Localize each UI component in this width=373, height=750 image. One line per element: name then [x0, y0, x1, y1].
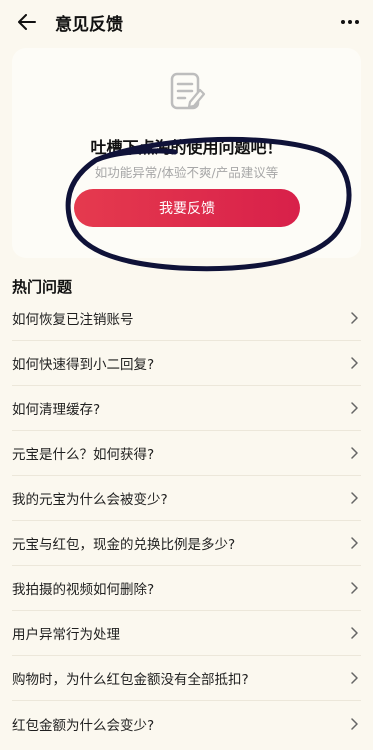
feedback-card: 吐槽下点淘的使用问题吧！ 如功能异常/体验不爽/产品建议等 我要反馈 — [12, 48, 361, 258]
feedback-button[interactable]: 我要反馈 — [74, 189, 300, 227]
page-title: 意见反馈 — [55, 15, 123, 35]
card-subtitle: 如功能异常/体验不爽/产品建议等 — [94, 165, 279, 180]
chevron-right-icon — [351, 537, 358, 549]
faq-item-label: 我拍摄的视频如何删除? — [12, 582, 155, 598]
faq-item-label: 如何清理缓存? — [12, 402, 101, 418]
faq-item-label: 用户异常行为处理 — [12, 627, 120, 643]
faq-item-label: 元宝与红包，现金的兑换比例是多少? — [12, 537, 236, 553]
chevron-right-icon — [351, 717, 358, 730]
faq-item[interactable]: 如何恢复已注销账号 — [12, 296, 361, 341]
faq-item-label: 如何快速得到小二回复? — [12, 357, 155, 373]
faq-item[interactable]: 购物时，为什么红包金额没有全部抵扣? — [12, 656, 361, 701]
faq-item-label: 我的元宝为什么会被变少? — [12, 492, 168, 508]
more-button[interactable] — [339, 12, 361, 32]
chevron-right-icon — [351, 312, 358, 324]
chevron-right-icon — [351, 582, 358, 594]
faq-item-label: 红包金额为什么会变少? — [12, 717, 155, 734]
chevron-right-icon — [351, 627, 358, 639]
header-bar: 意见反馈 — [0, 0, 373, 44]
faq-item-label: 购物时，为什么红包金额没有全部抵扣? — [12, 672, 249, 688]
chevron-right-icon — [351, 402, 358, 414]
faq-item[interactable]: 元宝与红包，现金的兑换比例是多少? — [12, 521, 361, 566]
faq-item[interactable]: 红包金额为什么会变少? — [12, 701, 361, 746]
faq-item-label: 元宝是什么？如何获得? — [12, 447, 155, 463]
faq-item-label: 如何恢复已注销账号 — [12, 312, 134, 328]
more-dots-icon — [341, 20, 345, 24]
faq-item[interactable]: 如何快速得到小二回复? — [12, 341, 361, 386]
faq-item[interactable]: 我拍摄的视频如何删除? — [12, 566, 361, 611]
back-button[interactable] — [14, 9, 40, 35]
faq-item[interactable]: 元宝是什么？如何获得? — [12, 431, 361, 476]
chevron-right-icon — [351, 672, 358, 684]
back-arrow-icon — [18, 14, 36, 30]
feedback-document-icon — [170, 72, 206, 110]
faq-list: 如何恢复已注销账号如何快速得到小二回复? 如何清理缓存? 元宝是什么？如何获得? 我的… — [12, 296, 361, 746]
chevron-right-icon — [351, 447, 358, 459]
chevron-right-icon — [351, 492, 358, 504]
faq-item[interactable]: 用户异常行为处理 — [12, 611, 361, 656]
chevron-right-icon — [351, 357, 358, 369]
card-title: 吐槽下点淘的使用问题吧！ — [90, 138, 283, 157]
hot-questions-title: 热门问题 — [12, 278, 73, 296]
faq-item[interactable]: 如何清理缓存? — [12, 386, 361, 431]
faq-item[interactable]: 我的元宝为什么会被变少? — [12, 476, 361, 521]
